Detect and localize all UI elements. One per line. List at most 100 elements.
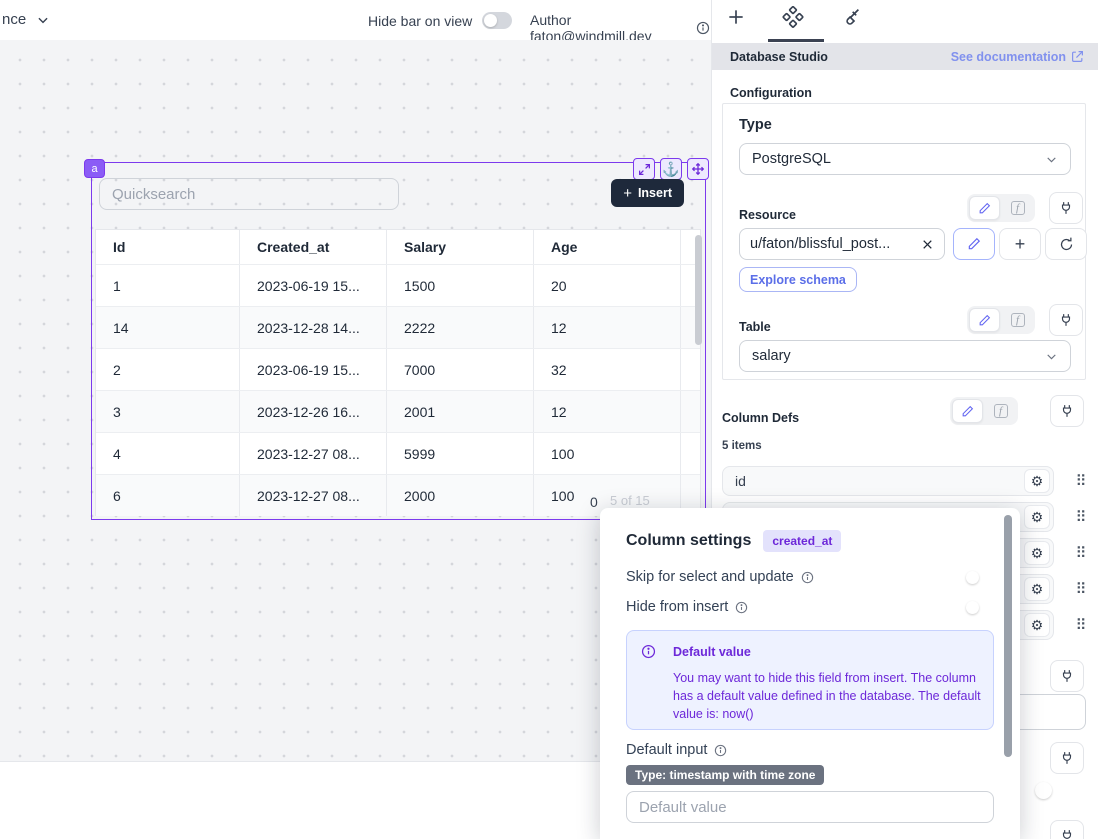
quicksearch-input[interactable]: Quicksearch	[99, 178, 399, 210]
column-type-badge: Type: timestamp with time zone	[626, 765, 824, 785]
connect-plug-button[interactable]	[1050, 742, 1084, 774]
drag-handle-icon[interactable]: ⠿	[1072, 472, 1090, 490]
cell: 3	[96, 391, 240, 432]
drag-handle-icon[interactable]: ⠿	[1072, 508, 1090, 526]
column-header[interactable]: Salary	[387, 230, 534, 264]
cell: 2000	[387, 475, 534, 516]
table-row[interactable]: 3 2023-12-26 16... 2001 12	[96, 390, 700, 432]
info-icon[interactable]	[714, 744, 727, 757]
tab-styling-brush-icon[interactable]	[840, 7, 861, 28]
gear-icon[interactable]: ⚙	[1024, 505, 1050, 529]
cell: 32	[534, 349, 681, 390]
refresh-resource-button[interactable]	[1045, 228, 1087, 260]
insert-button[interactable]: + Insert	[611, 179, 684, 207]
popup-scrollbar[interactable]	[1004, 515, 1012, 757]
explore-schema-label: Explore schema	[750, 273, 846, 287]
table-scrollbar[interactable]	[695, 235, 702, 345]
popup-title: Column settings	[626, 532, 751, 550]
chevron-down-icon	[1045, 350, 1058, 363]
cell: 1	[96, 265, 240, 306]
gear-icon[interactable]: ⚙	[1024, 469, 1050, 493]
cell: 2023-12-26 16...	[240, 391, 387, 432]
table-input-mode-group: f	[967, 306, 1035, 334]
external-link-icon	[1071, 50, 1084, 63]
drag-handle-icon[interactable]: ⠿	[1072, 580, 1090, 598]
table-row[interactable]: 14 2023-12-28 14... 2222 12	[96, 306, 700, 348]
connect-plug-button[interactable]	[1049, 192, 1083, 224]
drag-handle-icon[interactable]: ⠿	[1072, 616, 1090, 634]
app-name-selector[interactable]: nce	[2, 11, 50, 28]
static-mode-pencil-icon[interactable]	[952, 399, 983, 423]
cell: 2023-06-19 15...	[240, 265, 387, 306]
hide-bar-label: Hide bar on view	[368, 13, 472, 29]
resource-input[interactable]: u/faton/blissful_post...	[739, 228, 945, 260]
connect-plug-button[interactable]	[1050, 395, 1084, 427]
column-header[interactable]: Created_at	[240, 230, 387, 264]
fx-mode-icon[interactable]: f	[1002, 308, 1033, 332]
component-title: Database Studio	[730, 50, 828, 64]
data-table: Id Created_at Salary Age 1 2023-06-19 15…	[95, 229, 701, 516]
cell: 12	[534, 391, 681, 432]
drag-handle-icon[interactable]: ⠿	[1072, 544, 1090, 562]
type-select[interactable]: PostgreSQL	[739, 143, 1071, 175]
fx-mode-icon[interactable]: f	[1002, 196, 1033, 220]
see-documentation-link[interactable]: See documentation	[951, 50, 1084, 64]
cell: 2222	[387, 307, 534, 348]
move-component-handle[interactable]	[687, 158, 709, 180]
info-icon[interactable]	[696, 21, 710, 35]
edit-resource-button[interactable]	[953, 228, 995, 260]
table-select-value: salary	[752, 348, 791, 364]
table-row[interactable]: 1 2023-06-19 15... 1500 20	[96, 264, 700, 306]
static-mode-pencil-icon[interactable]	[969, 308, 1000, 332]
table-header-row: Id Created_at Salary Age	[96, 230, 700, 264]
column-name-badge: created_at	[763, 530, 841, 552]
table-select[interactable]: salary	[739, 340, 1071, 372]
cell: 100	[534, 433, 681, 474]
table-row[interactable]: 2 2023-06-19 15... 7000 32	[96, 348, 700, 390]
column-defs-mode-group: f	[950, 397, 1018, 425]
resource-label: Resource	[739, 208, 796, 222]
resource-input-mode-group: f	[967, 194, 1035, 222]
info-icon[interactable]	[801, 571, 814, 584]
app-name-truncated: nce	[2, 11, 26, 28]
expand-component-button[interactable]	[633, 158, 655, 180]
tab-components-icon[interactable]	[782, 6, 804, 28]
infobox-body: You may want to hide this field from ins…	[673, 669, 985, 723]
doc-link-label: See documentation	[951, 50, 1066, 64]
static-mode-pencil-icon[interactable]	[969, 196, 1000, 220]
column-def-item[interactable]: id ⚙	[722, 466, 1054, 496]
column-settings-popup: Column settings created_at Skip for sele…	[600, 508, 1020, 839]
column-header[interactable]: Age	[534, 230, 681, 264]
cell: 2023-12-27 08...	[240, 475, 387, 516]
connect-plug-button[interactable]	[1049, 304, 1083, 336]
gear-icon[interactable]: ⚙	[1024, 577, 1050, 601]
component-header: Database Studio See documentation	[712, 43, 1098, 70]
clear-resource-icon[interactable]	[921, 238, 934, 251]
gear-icon[interactable]: ⚙	[1024, 541, 1050, 565]
gear-icon[interactable]: ⚙	[1024, 613, 1050, 637]
cell: 7000	[387, 349, 534, 390]
info-icon[interactable]	[735, 601, 748, 614]
table-row[interactable]: 4 2023-12-27 08... 5999 100	[96, 432, 700, 474]
anchor-icon[interactable]: ⚓	[660, 158, 682, 180]
default-value-input[interactable]: Default value	[626, 791, 994, 823]
tab-insert-plus-icon[interactable]	[726, 7, 746, 27]
cell: 1500	[387, 265, 534, 306]
add-resource-button[interactable]: +	[999, 228, 1041, 260]
connect-plug-button[interactable]	[1050, 820, 1084, 839]
cell: 2023-12-28 14...	[240, 307, 387, 348]
explore-schema-button[interactable]: Explore schema	[739, 267, 857, 292]
app-window: nce Hide bar on view Author faton@windmi…	[0, 0, 1098, 839]
topbar: nce Hide bar on view Author faton@windmi…	[0, 0, 710, 40]
dbstudio-component-selected[interactable]: a ⚓ Quicksearch	[91, 162, 706, 520]
default-value-infobox: Default value You may want to hide this …	[626, 630, 994, 730]
fx-mode-icon[interactable]: f	[985, 399, 1016, 423]
connect-plug-button[interactable]	[1050, 660, 1084, 692]
column-header[interactable]: Id	[96, 230, 240, 264]
configuration-box: Type PostgreSQL Resource f u/faton/bliss…	[722, 103, 1086, 380]
chevron-down-icon	[36, 13, 50, 27]
pagination-faded-text: 5 of 15	[610, 493, 650, 508]
hide-bar-toggle[interactable]	[482, 12, 512, 29]
hide-from-insert-label: Hide from insert	[626, 599, 728, 615]
default-input-label: Default input	[626, 742, 707, 758]
